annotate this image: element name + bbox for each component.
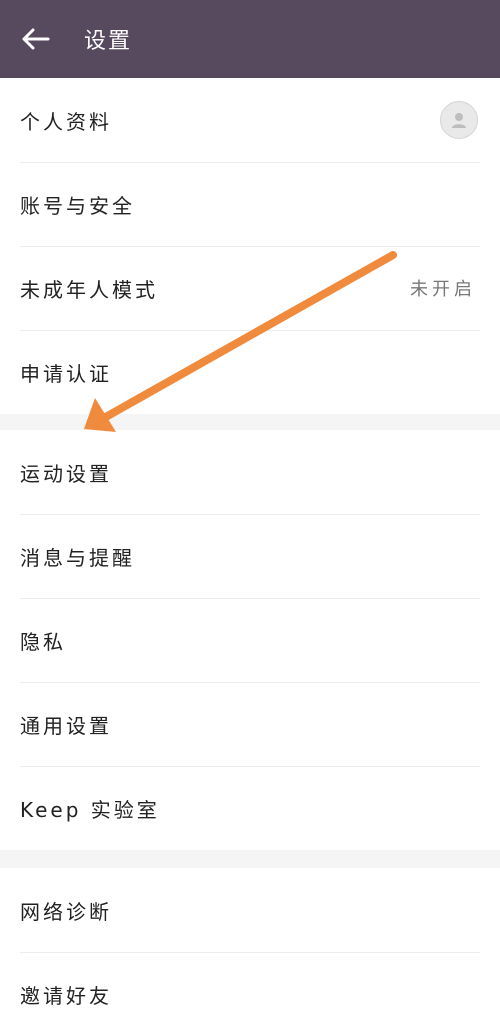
avatar-icon[interactable] [440, 101, 478, 139]
settings-item-profile[interactable]: 个人资料 [0, 78, 500, 162]
settings-item-label: 运动设置 [20, 461, 112, 486]
settings-item-account-security[interactable]: 账号与安全 [0, 162, 500, 246]
settings-item-notifications[interactable]: 消息与提醒 [0, 514, 500, 598]
settings-item-label: 个人资料 [20, 109, 112, 134]
settings-item-invite-friends[interactable]: 邀请好友 [0, 952, 500, 1023]
settings-item-label: 隐私 [20, 629, 66, 654]
settings-item-label: 申请认证 [20, 361, 112, 386]
settings-item-label: Keep 实验室 [20, 797, 160, 822]
page-title: 设置 [84, 29, 133, 54]
settings-group-account: 个人资料 账号与安全 未成年人模式 未开启 申请认证 [0, 78, 500, 414]
back-arrow-icon[interactable] [18, 22, 52, 56]
settings-item-minor-mode[interactable]: 未成年人模式 未开启 [0, 246, 500, 330]
settings-item-network-diagnosis[interactable]: 网络诊断 [0, 868, 500, 952]
settings-item-label: 未成年人模式 [20, 277, 158, 302]
settings-item-label: 网络诊断 [20, 899, 112, 924]
settings-item-sport[interactable]: 运动设置 [0, 430, 500, 514]
settings-item-lab[interactable]: Keep 实验室 [0, 766, 500, 850]
minor-mode-status: 未开启 [410, 279, 476, 300]
settings-group-general: 运动设置 消息与提醒 隐私 通用设置 Keep 实验室 [0, 430, 500, 850]
settings-item-label: 账号与安全 [20, 193, 135, 218]
settings-item-verification[interactable]: 申请认证 [0, 330, 500, 414]
settings-item-general[interactable]: 通用设置 [0, 682, 500, 766]
settings-item-privacy[interactable]: 隐私 [0, 598, 500, 682]
settings-group-other: 网络诊断 邀请好友 [0, 868, 500, 1023]
app-bar: 设置 [0, 0, 500, 78]
settings-item-label: 消息与提醒 [20, 545, 135, 570]
settings-item-label: 邀请好友 [20, 983, 112, 1008]
settings-item-label: 通用设置 [20, 713, 112, 738]
